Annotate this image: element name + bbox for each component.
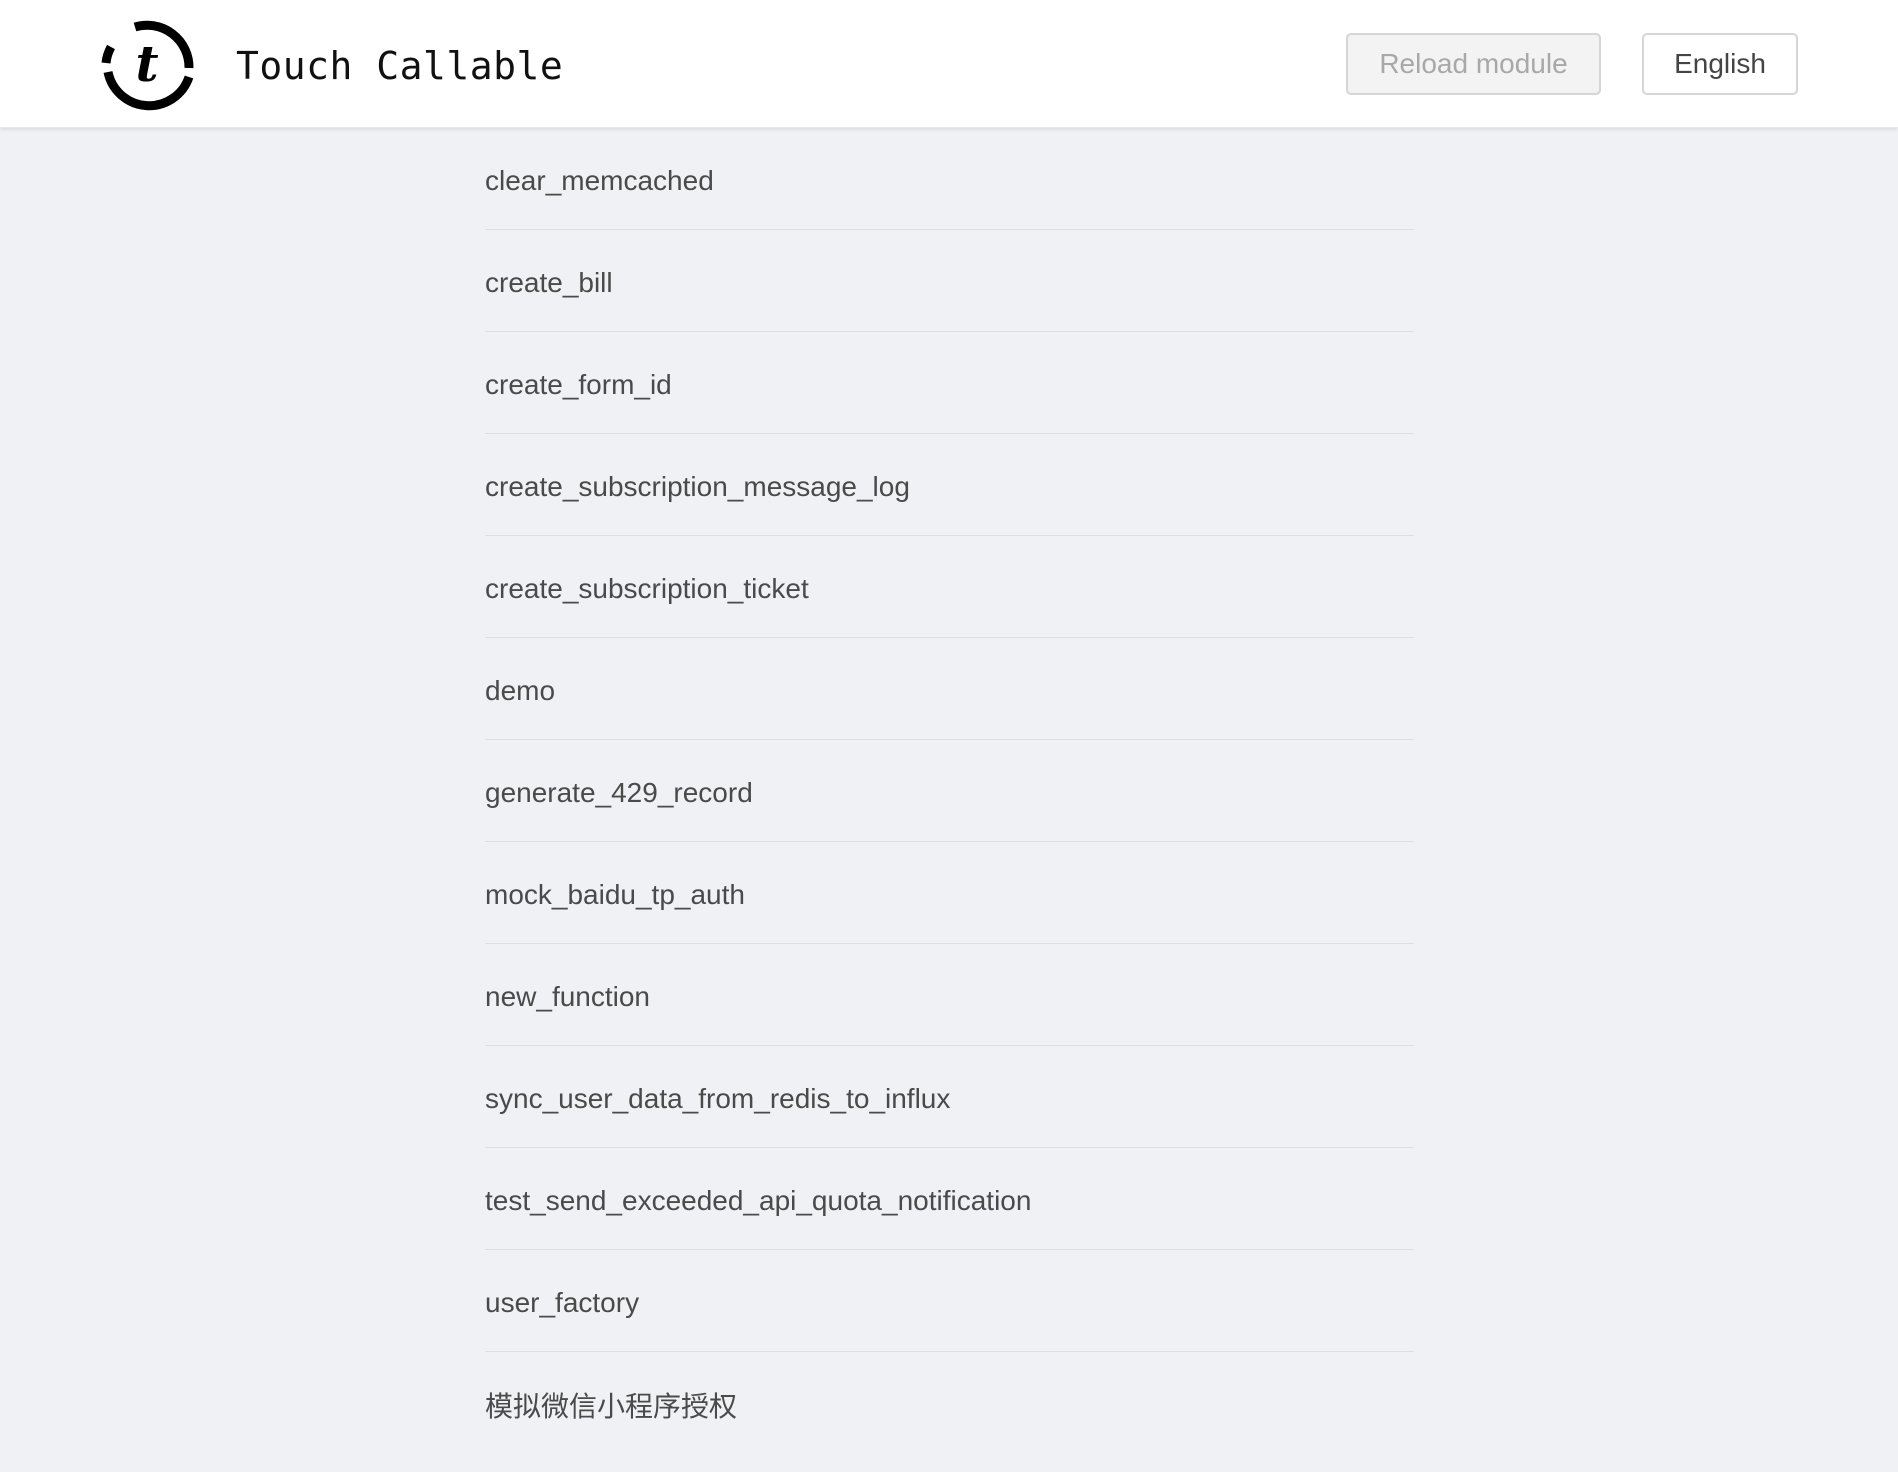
reload-module-button[interactable]: Reload module	[1346, 33, 1601, 95]
function-item-create-subscription-ticket[interactable]: create_subscription_ticket	[485, 536, 1414, 638]
function-item-user-factory[interactable]: user_factory	[485, 1250, 1414, 1352]
touch-callable-logo-icon: t	[98, 17, 196, 115]
function-item-create-subscription-message-log[interactable]: create_subscription_message_log	[485, 434, 1414, 536]
function-item-sync-user-data[interactable]: sync_user_data_from_redis_to_influx	[485, 1046, 1414, 1148]
function-item-clear-memcached[interactable]: clear_memcached	[485, 128, 1414, 230]
function-list: clear_memcached create_bill create_form_…	[485, 128, 1414, 1454]
language-button[interactable]: English	[1642, 33, 1798, 95]
function-item-create-bill[interactable]: create_bill	[485, 230, 1414, 332]
function-item-demo[interactable]: demo	[485, 638, 1414, 740]
app-header: t Touch Callable Reload module English	[0, 0, 1898, 128]
function-item-create-form-id[interactable]: create_form_id	[485, 332, 1414, 434]
function-item-test-send-quota-notification[interactable]: test_send_exceeded_api_quota_notificatio…	[485, 1148, 1414, 1250]
function-item-new-function[interactable]: new_function	[485, 944, 1414, 1046]
app-title: Touch Callable	[236, 44, 564, 88]
svg-text:t: t	[135, 34, 158, 93]
function-item-generate-429-record[interactable]: generate_429_record	[485, 740, 1414, 842]
function-item-mock-baidu-tp-auth[interactable]: mock_baidu_tp_auth	[485, 842, 1414, 944]
function-item-wechat-miniprogram-auth[interactable]: 模拟微信小程序授权	[485, 1352, 1414, 1454]
